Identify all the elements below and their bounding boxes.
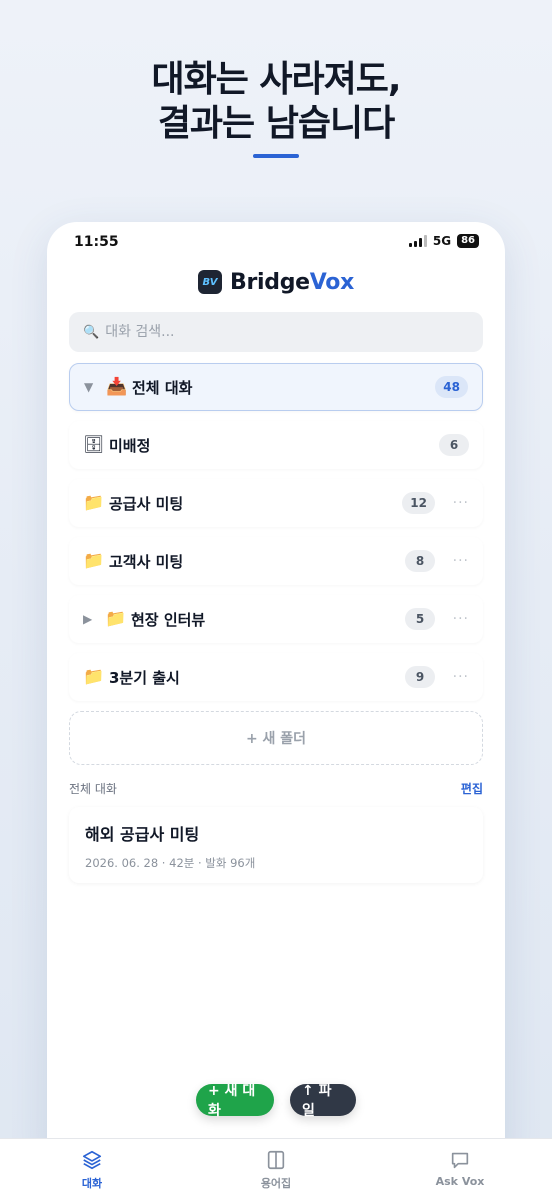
more-options-icon[interactable]: ··· [435,611,469,627]
folder-count-badge: 9 [405,666,435,688]
folder-icon: 📁 [83,493,105,513]
expand-caret-icon[interactable]: ▶ [83,612,105,626]
signal-icon [408,235,427,247]
new-folder-button[interactable]: + 새 폴더 [69,711,483,765]
collapse-caret-icon[interactable]: ▼ [84,380,106,394]
network-label: 5G [432,234,452,248]
tab-label: Ask Vox [435,1175,485,1188]
status-indicators: 5G 86 [408,234,479,248]
tab-glossary[interactable]: 용어집 [184,1139,368,1200]
folder-icon: 📁 [83,667,105,687]
folder-count-badge: 8 [405,550,435,572]
folder-row-client-meeting[interactable]: 📁 고객사 미팅 8 ··· [69,537,483,585]
headline-line-1: 대화는 사라져도, [151,59,401,100]
headline-accent-bar [253,154,299,158]
tab-ask-vox[interactable]: Ask Vox [368,1139,552,1200]
inbox-tray-icon: 📥 [106,377,128,397]
more-options-icon[interactable]: ··· [435,669,469,685]
folder-label: 고객사 미팅 [109,552,184,571]
folder-label: 전체 대화 [132,378,193,397]
brand-name-part1: Bridge [229,269,310,295]
more-options-icon[interactable]: ··· [435,553,469,569]
upload-file-button[interactable]: ↑ 파일 [290,1083,356,1119]
edit-button[interactable]: 편집 [461,780,483,797]
folder-icon: 📁 [105,609,127,629]
fab-row: + 새 대화 ↑ 파일 [47,1083,505,1119]
folder-row-all[interactable]: ▼ 📥 전체 대화 48 [69,363,483,411]
brand-header: BV BridgeVox [47,267,505,297]
headline: 대화는 사라져도, 결과는 남습니다 [0,58,552,146]
tab-label: 용어집 [260,1177,292,1190]
folder-count-badge: 5 [405,608,435,630]
folder-row-unassigned[interactable]: 🗄 미배정 6 [69,421,483,469]
folder-label: 3분기 출시 [109,668,180,687]
conversation-title: 해외 공급사 미팅 [85,825,200,844]
search-icon: 🔍 [83,324,100,340]
folder-row-q3-launch[interactable]: 📁 3분기 출시 9 ··· [69,653,483,701]
tab-chats[interactable]: 대화 [0,1139,184,1200]
status-bar: 11:55 5G 86 [47,232,505,254]
brand-name-part2: Vox [309,269,355,295]
status-time: 11:55 [74,234,119,250]
folder-count-badge: 48 [435,376,468,398]
folder-count-badge: 12 [402,492,435,514]
battery-icon: 86 [457,234,479,248]
folder-row-supplier-meeting[interactable]: 📁 공급사 미팅 12 ··· [69,479,483,527]
brand-logo-icon: BV [197,270,222,294]
headline-line-2: 결과는 남습니다 [157,103,395,144]
folder-icon: 📁 [83,551,105,571]
search-bar[interactable]: 🔍 [69,312,483,352]
layers-icon [82,1150,102,1170]
bottom-tab-bar: 대화 용어집 Ask Vox [0,1138,552,1200]
phone-frame: 11:55 5G 86 BV BridgeVox 🔍 ▼ 📥 전체 대화 48 … [47,222,505,1162]
search-input[interactable] [105,324,466,340]
folder-count-badge: 6 [439,434,469,456]
brand-name: BridgeVox [230,270,354,295]
folder-label: 현장 인터뷰 [131,610,206,629]
section-title: 전체 대화 [69,782,117,796]
tab-label: 대화 [81,1177,103,1190]
more-options-icon[interactable]: ··· [435,495,469,511]
cabinet-icon: 🗄 [83,435,105,455]
section-header: 전체 대화 편집 [69,780,483,797]
book-icon [267,1150,285,1170]
folder-label: 공급사 미팅 [109,494,184,513]
conversation-card[interactable]: 해외 공급사 미팅 2026. 06. 28 · 42분 · 발화 96개 [69,807,483,883]
folder-row-field-interview[interactable]: ▶ 📁 현장 인터뷰 5 ··· [69,595,483,643]
folder-label: 미배정 [109,436,151,455]
new-chat-button[interactable]: + 새 대화 [196,1083,274,1119]
chat-bubble-icon [451,1152,469,1169]
conversation-meta: 2026. 06. 28 · 42분 · 발화 96개 [85,856,256,870]
